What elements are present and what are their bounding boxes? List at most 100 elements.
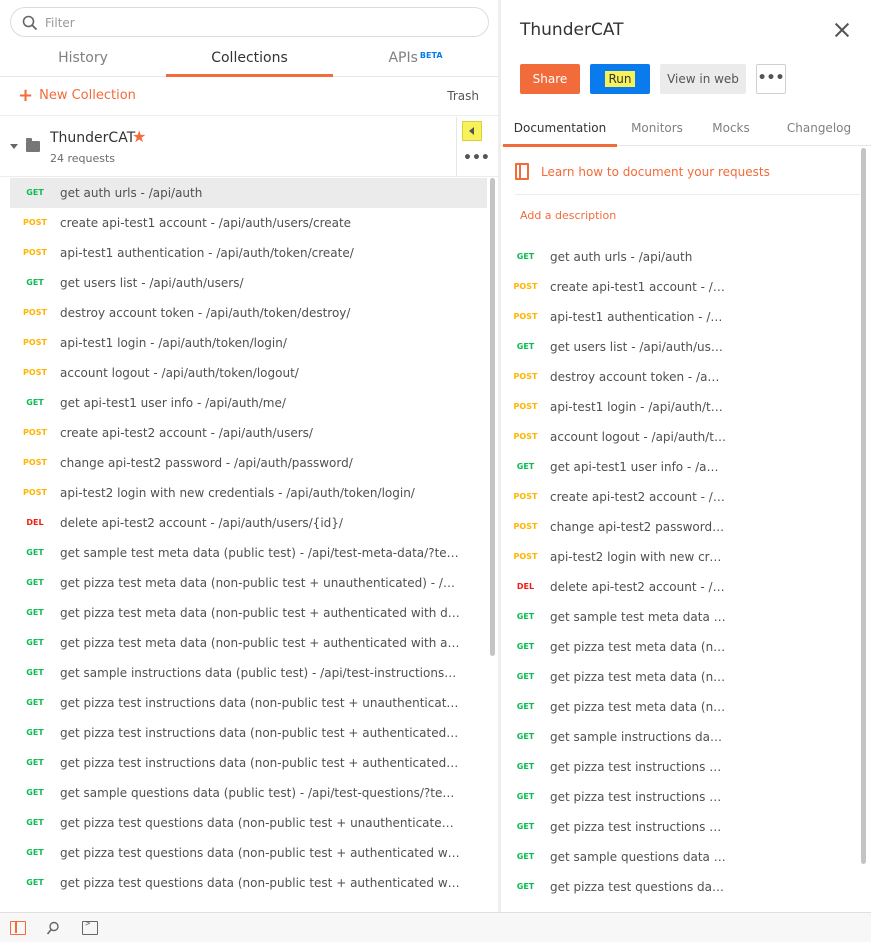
request-item[interactable]: POST change api-test2 password - /api/aut… bbox=[10, 448, 487, 478]
request-item[interactable]: GET get pizza test instructions data (non… bbox=[10, 718, 487, 748]
request-title: get pizza test questions data (non-publi… bbox=[60, 816, 460, 830]
method-badge: POST bbox=[23, 338, 47, 347]
filter-input[interactable] bbox=[45, 13, 475, 33]
tab-apis[interactable]: APIs BETA bbox=[333, 44, 498, 76]
doc-request-item[interactable]: GET get pizza test meta data (non-... bbox=[501, 662, 871, 692]
doc-request-item[interactable]: POST api-test1 authentication - /api... bbox=[501, 302, 871, 332]
request-title: get pizza test questions data (non-publi… bbox=[60, 876, 460, 890]
request-title: get sample test meta data (pu... bbox=[550, 610, 726, 624]
add-description-link[interactable]: Add a description bbox=[520, 209, 616, 222]
details-title: ThunderCAT bbox=[520, 20, 624, 40]
request-item[interactable]: GET get pizza test meta data (non-public … bbox=[10, 628, 487, 658]
doc-request-item[interactable]: POST account logout - /api/auth/tok... bbox=[501, 422, 871, 452]
method-badge: GET bbox=[26, 578, 44, 587]
star-icon[interactable]: ★ bbox=[132, 127, 146, 146]
doc-request-item[interactable]: GET get pizza test instructions dat... bbox=[501, 782, 871, 812]
sidebar: History Collections APIsBETA + New Colle… bbox=[0, 0, 498, 912]
doc-request-item[interactable]: GET get pizza test meta data (non-... bbox=[501, 632, 871, 662]
request-item[interactable]: GET get auth urls - /api/auth bbox=[10, 178, 487, 208]
more-actions-button[interactable]: ••• bbox=[756, 64, 786, 94]
run-button[interactable]: Run bbox=[590, 64, 650, 94]
request-item[interactable]: POST api-test1 login - /api/auth/token/lo… bbox=[10, 328, 487, 358]
method-badge: GET bbox=[516, 882, 535, 891]
request-item[interactable]: GET get pizza test questions data (non-pu… bbox=[10, 808, 487, 838]
doc-request-item[interactable]: GET get pizza test instructions dat... bbox=[501, 812, 871, 842]
tab-changelog[interactable]: Changelog bbox=[769, 113, 869, 146]
documentation-request-list: GET get auth urls - /api/auth POST create a… bbox=[501, 242, 871, 902]
console-icon[interactable] bbox=[82, 919, 98, 935]
find-icon[interactable] bbox=[46, 921, 62, 935]
tab-mocks[interactable]: Mocks bbox=[703, 113, 759, 146]
tab-documentation[interactable]: Documentation bbox=[503, 113, 617, 147]
request-item[interactable]: GET get pizza test questions data (non-pu… bbox=[10, 868, 487, 898]
request-item[interactable]: GET get sample test meta data (public tes… bbox=[10, 538, 487, 568]
doc-request-item[interactable]: GET get sample instructions data (... bbox=[501, 722, 871, 752]
close-icon[interactable] bbox=[834, 22, 850, 38]
request-item[interactable]: POST create api-test1 account - /api/auth… bbox=[10, 208, 487, 238]
request-item[interactable]: GET get api-test1 user info - /api/auth/m… bbox=[10, 388, 487, 418]
doc-request-item[interactable]: GET get sample test meta data (pu... bbox=[501, 602, 871, 632]
collapse-arrow-icon[interactable] bbox=[462, 121, 482, 141]
doc-request-item[interactable]: GET get sample questions data (p... bbox=[501, 842, 871, 872]
folder-icon bbox=[26, 138, 40, 152]
request-title: get pizza test instructions dat... bbox=[550, 820, 726, 834]
request-title: get pizza test meta data (non-public tes… bbox=[60, 576, 460, 590]
request-item[interactable]: GET get pizza test meta data (non-public … bbox=[10, 598, 487, 628]
collection-request-count: 24 requests bbox=[50, 152, 116, 165]
caret-down-icon[interactable] bbox=[10, 144, 18, 149]
doc-request-item[interactable]: GET get users list - /api/auth/users/ bbox=[501, 332, 871, 362]
new-collection-button[interactable]: + New Collection bbox=[18, 86, 136, 104]
method-badge: GET bbox=[26, 608, 44, 617]
doc-request-item[interactable]: POST api-test2 login with new crede... bbox=[501, 542, 871, 572]
view-in-web-button[interactable]: View in web bbox=[660, 64, 746, 94]
doc-request-item[interactable]: GET get api-test1 user info - /api/a... bbox=[501, 452, 871, 482]
request-item[interactable]: GET get pizza test instructions data (non… bbox=[10, 688, 487, 718]
share-button[interactable]: Share bbox=[520, 64, 580, 94]
tab-monitors[interactable]: Monitors bbox=[621, 113, 693, 146]
sidebar-toggle-icon[interactable] bbox=[10, 921, 26, 935]
request-item[interactable]: GET get pizza test questions data (non-pu… bbox=[10, 838, 487, 868]
doc-request-item[interactable]: POST destroy account token - /api/a... bbox=[501, 362, 871, 392]
request-item[interactable]: POST api-test2 login with new credentials… bbox=[10, 478, 487, 508]
request-list: GET get auth urls - /api/auth POST create a… bbox=[10, 178, 487, 898]
method-badge: GET bbox=[516, 642, 535, 651]
doc-request-item[interactable]: POST api-test1 login - /api/auth/tok... bbox=[501, 392, 871, 422]
filter-search[interactable] bbox=[10, 7, 489, 37]
request-item[interactable]: POST create api-test2 account - /api/auth… bbox=[10, 418, 487, 448]
doc-request-item[interactable]: GET get pizza test instructions dat... bbox=[501, 752, 871, 782]
collection-header[interactable]: ThunderCAT ★ 24 requests ••• bbox=[0, 117, 498, 177]
method-badge: POST bbox=[23, 218, 47, 227]
tab-collections[interactable]: Collections bbox=[166, 44, 333, 77]
tab-history[interactable]: History bbox=[0, 44, 166, 76]
doc-request-item[interactable]: GET get pizza test meta data (non-... bbox=[501, 692, 871, 722]
more-icon[interactable]: ••• bbox=[463, 151, 490, 165]
learn-link[interactable]: Learn how to document your requests bbox=[541, 165, 770, 179]
request-item[interactable]: GET get sample instructions data (public … bbox=[10, 658, 487, 688]
request-title: get sample instructions data (... bbox=[550, 730, 726, 744]
method-badge: POST bbox=[513, 492, 538, 501]
request-item[interactable]: POST api-test1 authentication - /api/auth… bbox=[10, 238, 487, 268]
request-item[interactable]: GET get sample questions data (public tes… bbox=[10, 778, 487, 808]
doc-request-item[interactable]: DEL delete api-test2 account - /api... bbox=[501, 572, 871, 602]
request-item[interactable]: GET get pizza test instructions data (non… bbox=[10, 748, 487, 778]
request-item[interactable]: POST destroy account token - /api/auth/to… bbox=[10, 298, 487, 328]
request-title: get users list - /api/auth/users/ bbox=[60, 276, 244, 290]
doc-request-item[interactable]: POST create api-test1 account - /api... bbox=[501, 272, 871, 302]
doc-request-item[interactable]: GET get pizza test questions data (... bbox=[501, 872, 871, 902]
request-item[interactable]: GET get users list - /api/auth/users/ bbox=[10, 268, 487, 298]
details-scrollbar[interactable] bbox=[861, 148, 866, 864]
doc-request-item[interactable]: POST create api-test2 account - /api... bbox=[501, 482, 871, 512]
trash-button[interactable]: Trash bbox=[447, 89, 479, 103]
request-item[interactable]: GET get pizza test meta data (non-public … bbox=[10, 568, 487, 598]
request-title: change api-test2 password - /api/auth/pa… bbox=[60, 456, 353, 470]
doc-request-item[interactable]: POST change api-test2 password - /... bbox=[501, 512, 871, 542]
doc-request-item[interactable]: GET get auth urls - /api/auth bbox=[501, 242, 871, 272]
request-item[interactable]: DEL delete api-test2 account - /api/auth/… bbox=[10, 508, 487, 538]
method-badge: POST bbox=[513, 552, 538, 561]
method-badge: GET bbox=[26, 818, 44, 827]
sidebar-scrollbar[interactable] bbox=[490, 178, 495, 656]
request-title: api-test1 login - /api/auth/tok... bbox=[550, 400, 726, 414]
method-badge: GET bbox=[26, 698, 44, 707]
request-item[interactable]: POST account logout - /api/auth/token/log… bbox=[10, 358, 487, 388]
document-icon bbox=[515, 163, 529, 180]
